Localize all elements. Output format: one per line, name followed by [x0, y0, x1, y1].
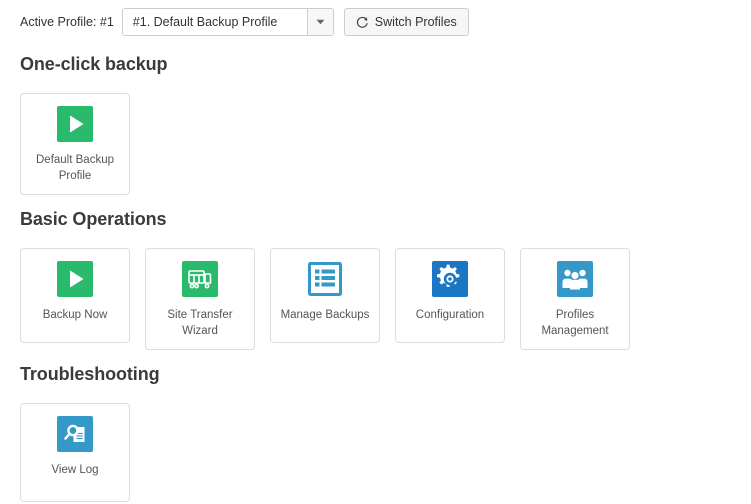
- play-icon: [57, 106, 93, 142]
- tile-view-log[interactable]: View Log: [20, 403, 130, 502]
- tile-manage-backups[interactable]: Manage Backups: [270, 248, 380, 343]
- tile-site-transfer-wizard[interactable]: Site Transfer Wizard: [145, 248, 255, 350]
- tile-label: Default Backup Profile: [30, 152, 120, 184]
- log-search-icon: [57, 416, 93, 452]
- refresh-icon: [356, 16, 369, 29]
- truck-icon: [182, 261, 218, 297]
- tile-label: Backup Now: [37, 307, 114, 323]
- tile-label: Manage Backups: [275, 307, 376, 323]
- tile-label: Profiles Management: [535, 307, 614, 339]
- tile-label: Configuration: [410, 307, 490, 323]
- gear-icon: [432, 261, 468, 297]
- active-profile-label: Active Profile: #1: [20, 8, 122, 36]
- tile-configuration[interactable]: Configuration: [395, 248, 505, 343]
- tile-label: Site Transfer Wizard: [146, 307, 254, 339]
- tile-default-backup-profile[interactable]: Default Backup Profile: [20, 93, 130, 195]
- one-click-backup-tiles: Default Backup Profile: [20, 93, 130, 195]
- list-icon: [307, 261, 343, 297]
- chevron-down-icon[interactable]: [307, 9, 333, 35]
- profile-select-value[interactable]: #1. Default Backup Profile: [123, 9, 307, 35]
- play-icon: [57, 261, 93, 297]
- tile-profiles-management[interactable]: Profiles Management: [520, 248, 630, 350]
- akeeba-control-panel: Active Profile: #1 #1. Default Backup Pr…: [0, 0, 751, 504]
- profile-select[interactable]: #1. Default Backup Profile: [122, 8, 334, 36]
- tile-backup-now[interactable]: Backup Now: [20, 248, 130, 343]
- active-profile-bar: Active Profile: #1 #1. Default Backup Pr…: [20, 8, 469, 36]
- section-heading-one-click-backup: One-click backup: [20, 54, 167, 75]
- basic-operations-tiles: Backup Now Sit: [20, 248, 630, 350]
- section-heading-troubleshooting: Troubleshooting: [20, 364, 160, 385]
- people-icon: [557, 261, 593, 297]
- switch-profiles-label: Switch Profiles: [375, 15, 457, 29]
- troubleshooting-tiles: View Log: [20, 403, 130, 502]
- tile-label: View Log: [45, 462, 104, 478]
- switch-profiles-button[interactable]: Switch Profiles: [344, 8, 469, 36]
- section-heading-basic-operations: Basic Operations: [20, 209, 166, 230]
